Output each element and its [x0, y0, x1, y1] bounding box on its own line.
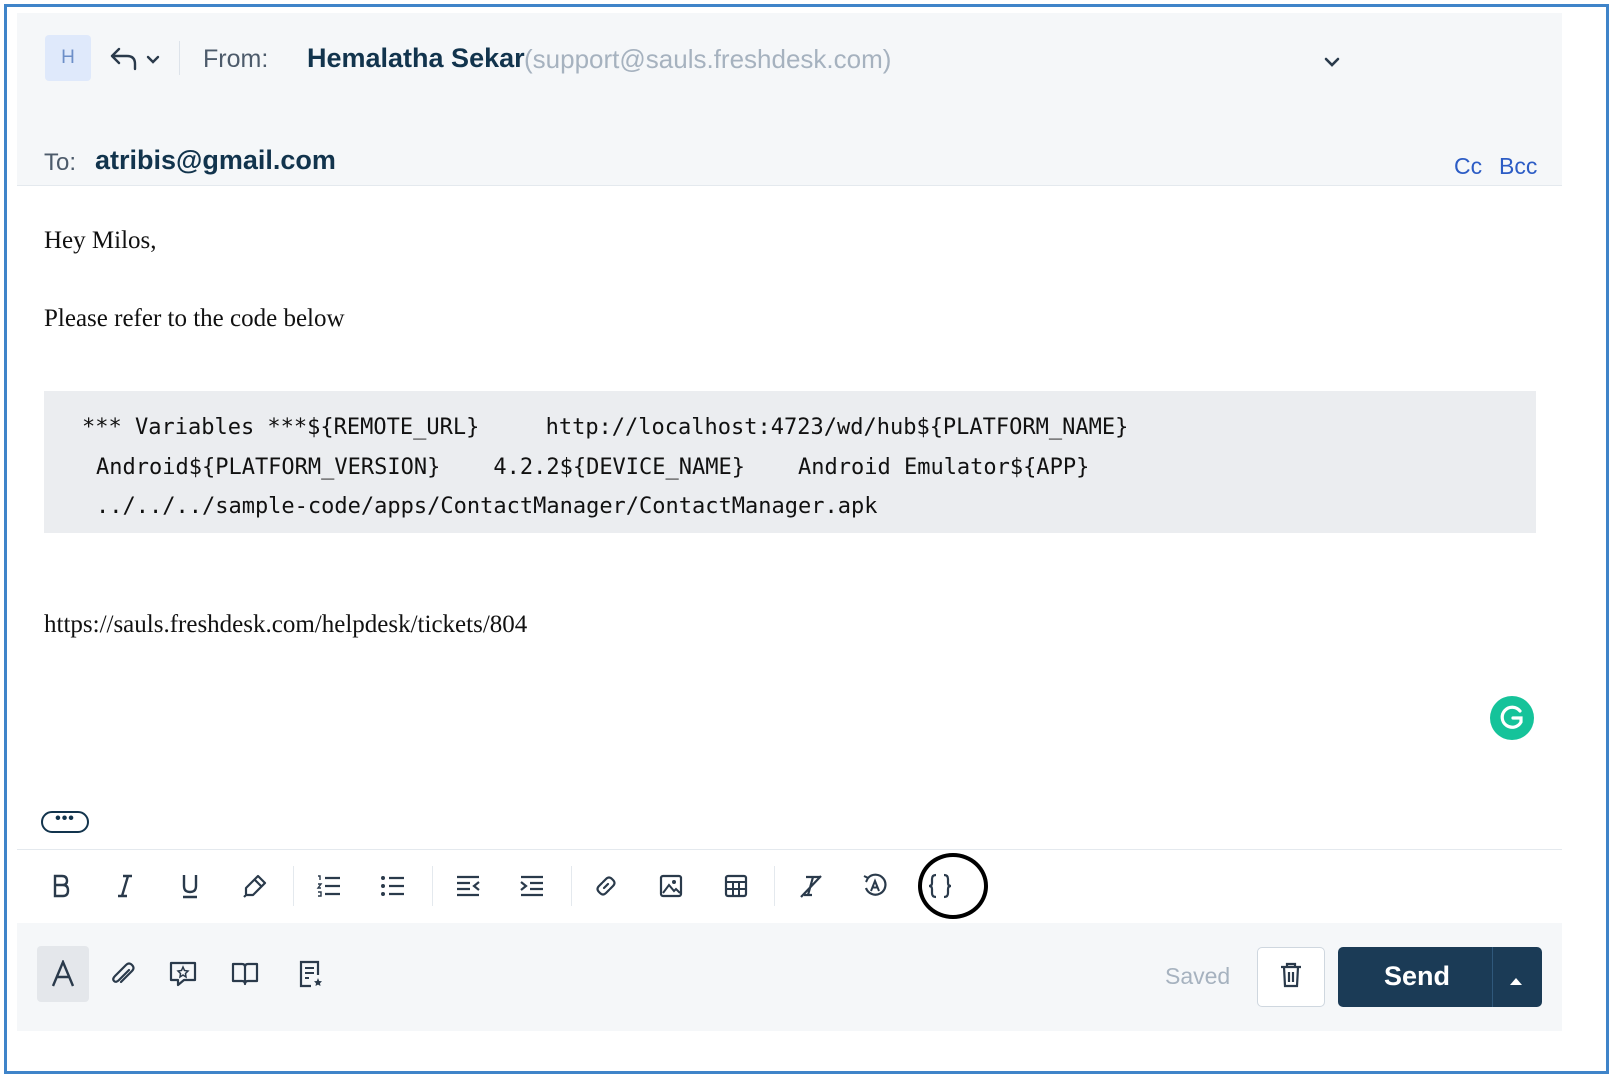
- underline-icon[interactable]: [172, 868, 208, 904]
- reply-composer: H From: Hemalatha Sekar (support@sauls.f…: [17, 13, 1562, 1053]
- format-toolbar: [17, 849, 1562, 925]
- from-dropdown-icon[interactable]: [1323, 55, 1341, 73]
- delete-draft-button[interactable]: [1257, 947, 1325, 1007]
- divider: [1492, 947, 1493, 1007]
- spellcheck-icon[interactable]: [857, 868, 893, 904]
- to-label: To:: [44, 149, 77, 176]
- composer-footer: Saved Send: [17, 923, 1562, 1031]
- greeting-text: Hey Milos,: [44, 227, 157, 254]
- bullet-list-icon[interactable]: [375, 868, 411, 904]
- trash-icon: [1279, 961, 1303, 994]
- bold-icon[interactable]: [43, 868, 79, 904]
- reply-icon[interactable]: [109, 45, 139, 78]
- from-label: From:: [203, 45, 269, 73]
- caret-up-icon[interactable]: [1508, 973, 1524, 991]
- code-line: ../../../sample-code/apps/ContactManager…: [96, 494, 878, 519]
- send-button[interactable]: Send: [1338, 947, 1542, 1007]
- highlight-icon[interactable]: [237, 868, 273, 904]
- to-field[interactable]: atribis@gmail.com: [95, 145, 336, 176]
- send-label: Send: [1384, 961, 1451, 991]
- table-icon[interactable]: [718, 868, 754, 904]
- code-line: Android${PLATFORM_VERSION} 4.2.2${DEVICE…: [96, 455, 1090, 480]
- from-email[interactable]: (support@sauls.freshdesk.com): [524, 44, 891, 75]
- numbered-list-icon[interactable]: [311, 868, 347, 904]
- canned-response-icon[interactable]: [157, 946, 209, 1002]
- clear-format-icon[interactable]: [793, 868, 829, 904]
- divider: [571, 866, 572, 906]
- from-name[interactable]: Hemalatha Sekar: [307, 43, 525, 74]
- indent-icon[interactable]: [514, 868, 550, 904]
- saved-status: Saved: [1165, 963, 1231, 989]
- bcc-link[interactable]: Bcc: [1499, 153, 1537, 180]
- from-row: H From: Hemalatha Sekar (support@sauls.f…: [17, 13, 1562, 110]
- intro-text: Please refer to the code below: [44, 305, 345, 332]
- highlight-annotation: [918, 853, 988, 919]
- divider: [293, 866, 294, 906]
- code-line: *** Variables ***${REMOTE_URL} http://lo…: [82, 415, 1129, 440]
- image-icon[interactable]: [653, 868, 689, 904]
- italic-icon[interactable]: [107, 868, 143, 904]
- divider: [774, 866, 775, 906]
- ticket-link[interactable]: https://sauls.freshdesk.com/helpdesk/tic…: [44, 611, 527, 639]
- show-more-button[interactable]: •••: [41, 811, 89, 833]
- to-row: To: atribis@gmail.com Cc Bcc: [17, 109, 1562, 186]
- text-format-icon[interactable]: [37, 946, 89, 1002]
- attachment-icon[interactable]: [97, 946, 149, 1002]
- divider: [432, 866, 433, 906]
- cc-link[interactable]: Cc: [1454, 153, 1482, 180]
- avatar[interactable]: H: [45, 35, 91, 81]
- grammarly-icon[interactable]: [1490, 696, 1534, 740]
- chevron-down-icon[interactable]: [145, 53, 161, 71]
- knowledge-base-icon[interactable]: [219, 946, 271, 1002]
- link-icon[interactable]: [588, 868, 624, 904]
- divider: [179, 41, 180, 75]
- solution-template-icon[interactable]: [285, 946, 337, 1002]
- code-block: *** Variables ***${REMOTE_URL} http://lo…: [44, 391, 1536, 533]
- outdent-icon[interactable]: [450, 868, 486, 904]
